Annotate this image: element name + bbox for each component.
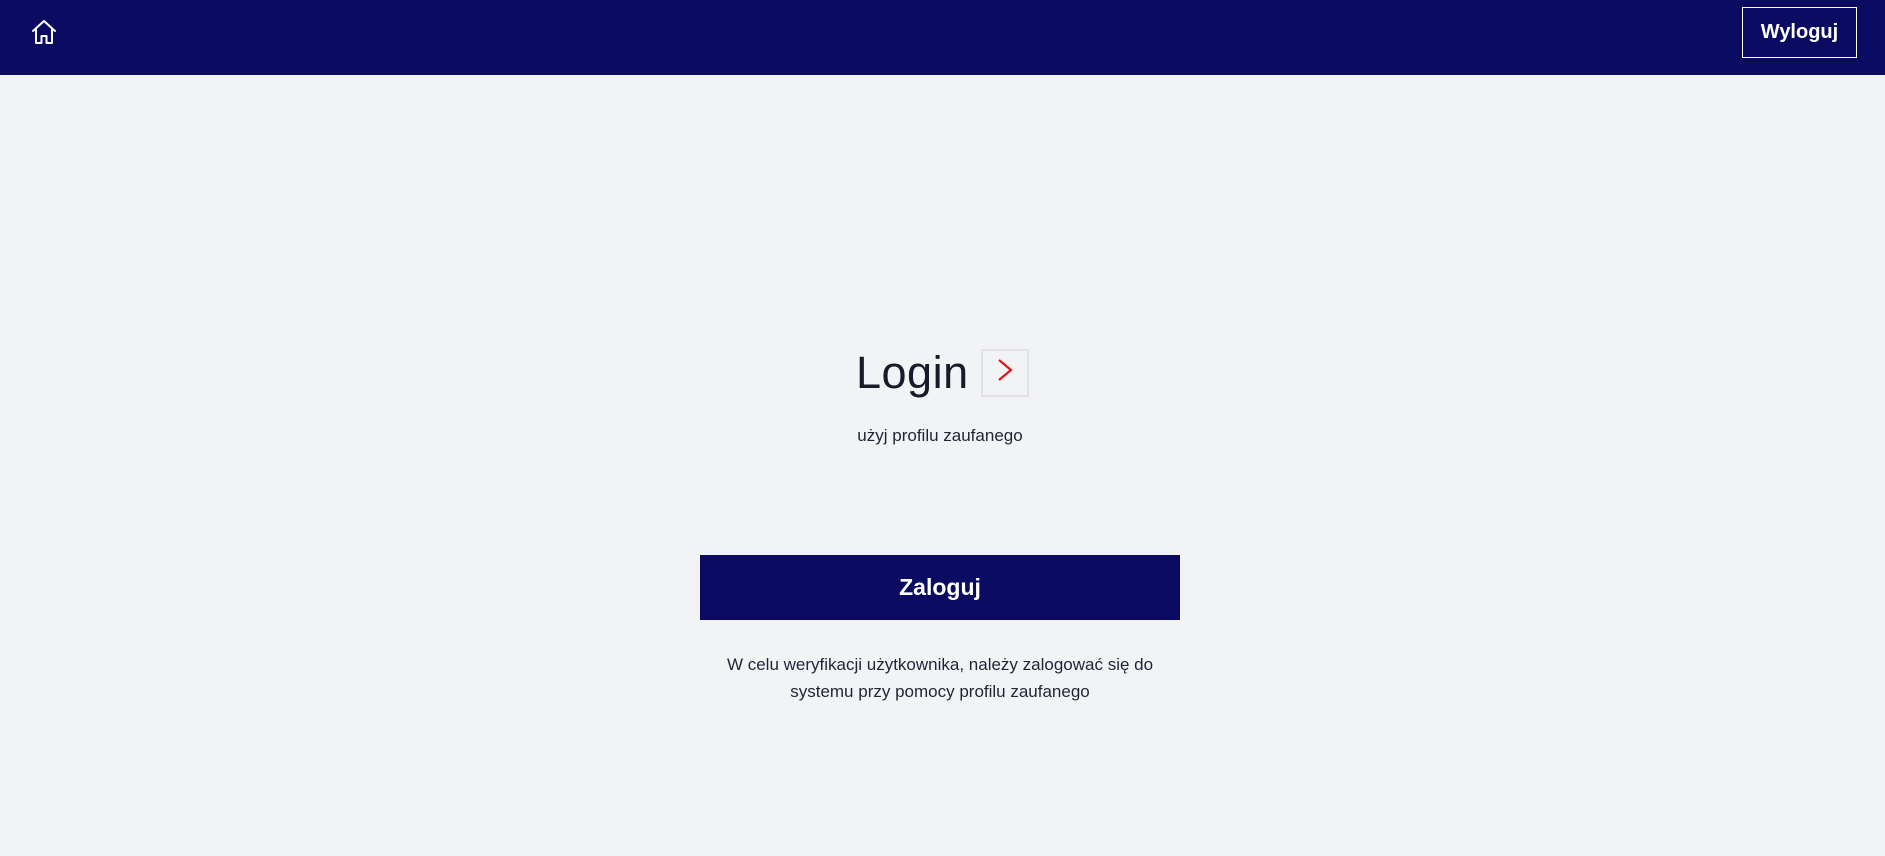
login-button[interactable]: Zaloguj	[700, 555, 1180, 620]
page-title: Login	[856, 346, 969, 398]
home-button[interactable]	[28, 18, 60, 50]
chevron-right-icon	[994, 357, 1016, 388]
info-line: W celu weryfikacji użytkownika, należy z…	[726, 655, 1154, 674]
main-content	[0, 75, 1885, 856]
top-navigation-bar: Wyloguj	[0, 0, 1885, 75]
verification-info: W celu weryfikacji użytkownika, należy z…	[700, 651, 1180, 705]
info-line: systemu przy pomocy profilu zaufanego	[790, 682, 1090, 701]
chevron-right-button[interactable]	[980, 348, 1029, 397]
home-icon	[30, 18, 58, 51]
login-header: Login	[856, 345, 1029, 400]
logout-button[interactable]: Wyloguj	[1742, 7, 1857, 58]
login-subtitle: użyj profilu zaufanego	[857, 426, 1023, 445]
